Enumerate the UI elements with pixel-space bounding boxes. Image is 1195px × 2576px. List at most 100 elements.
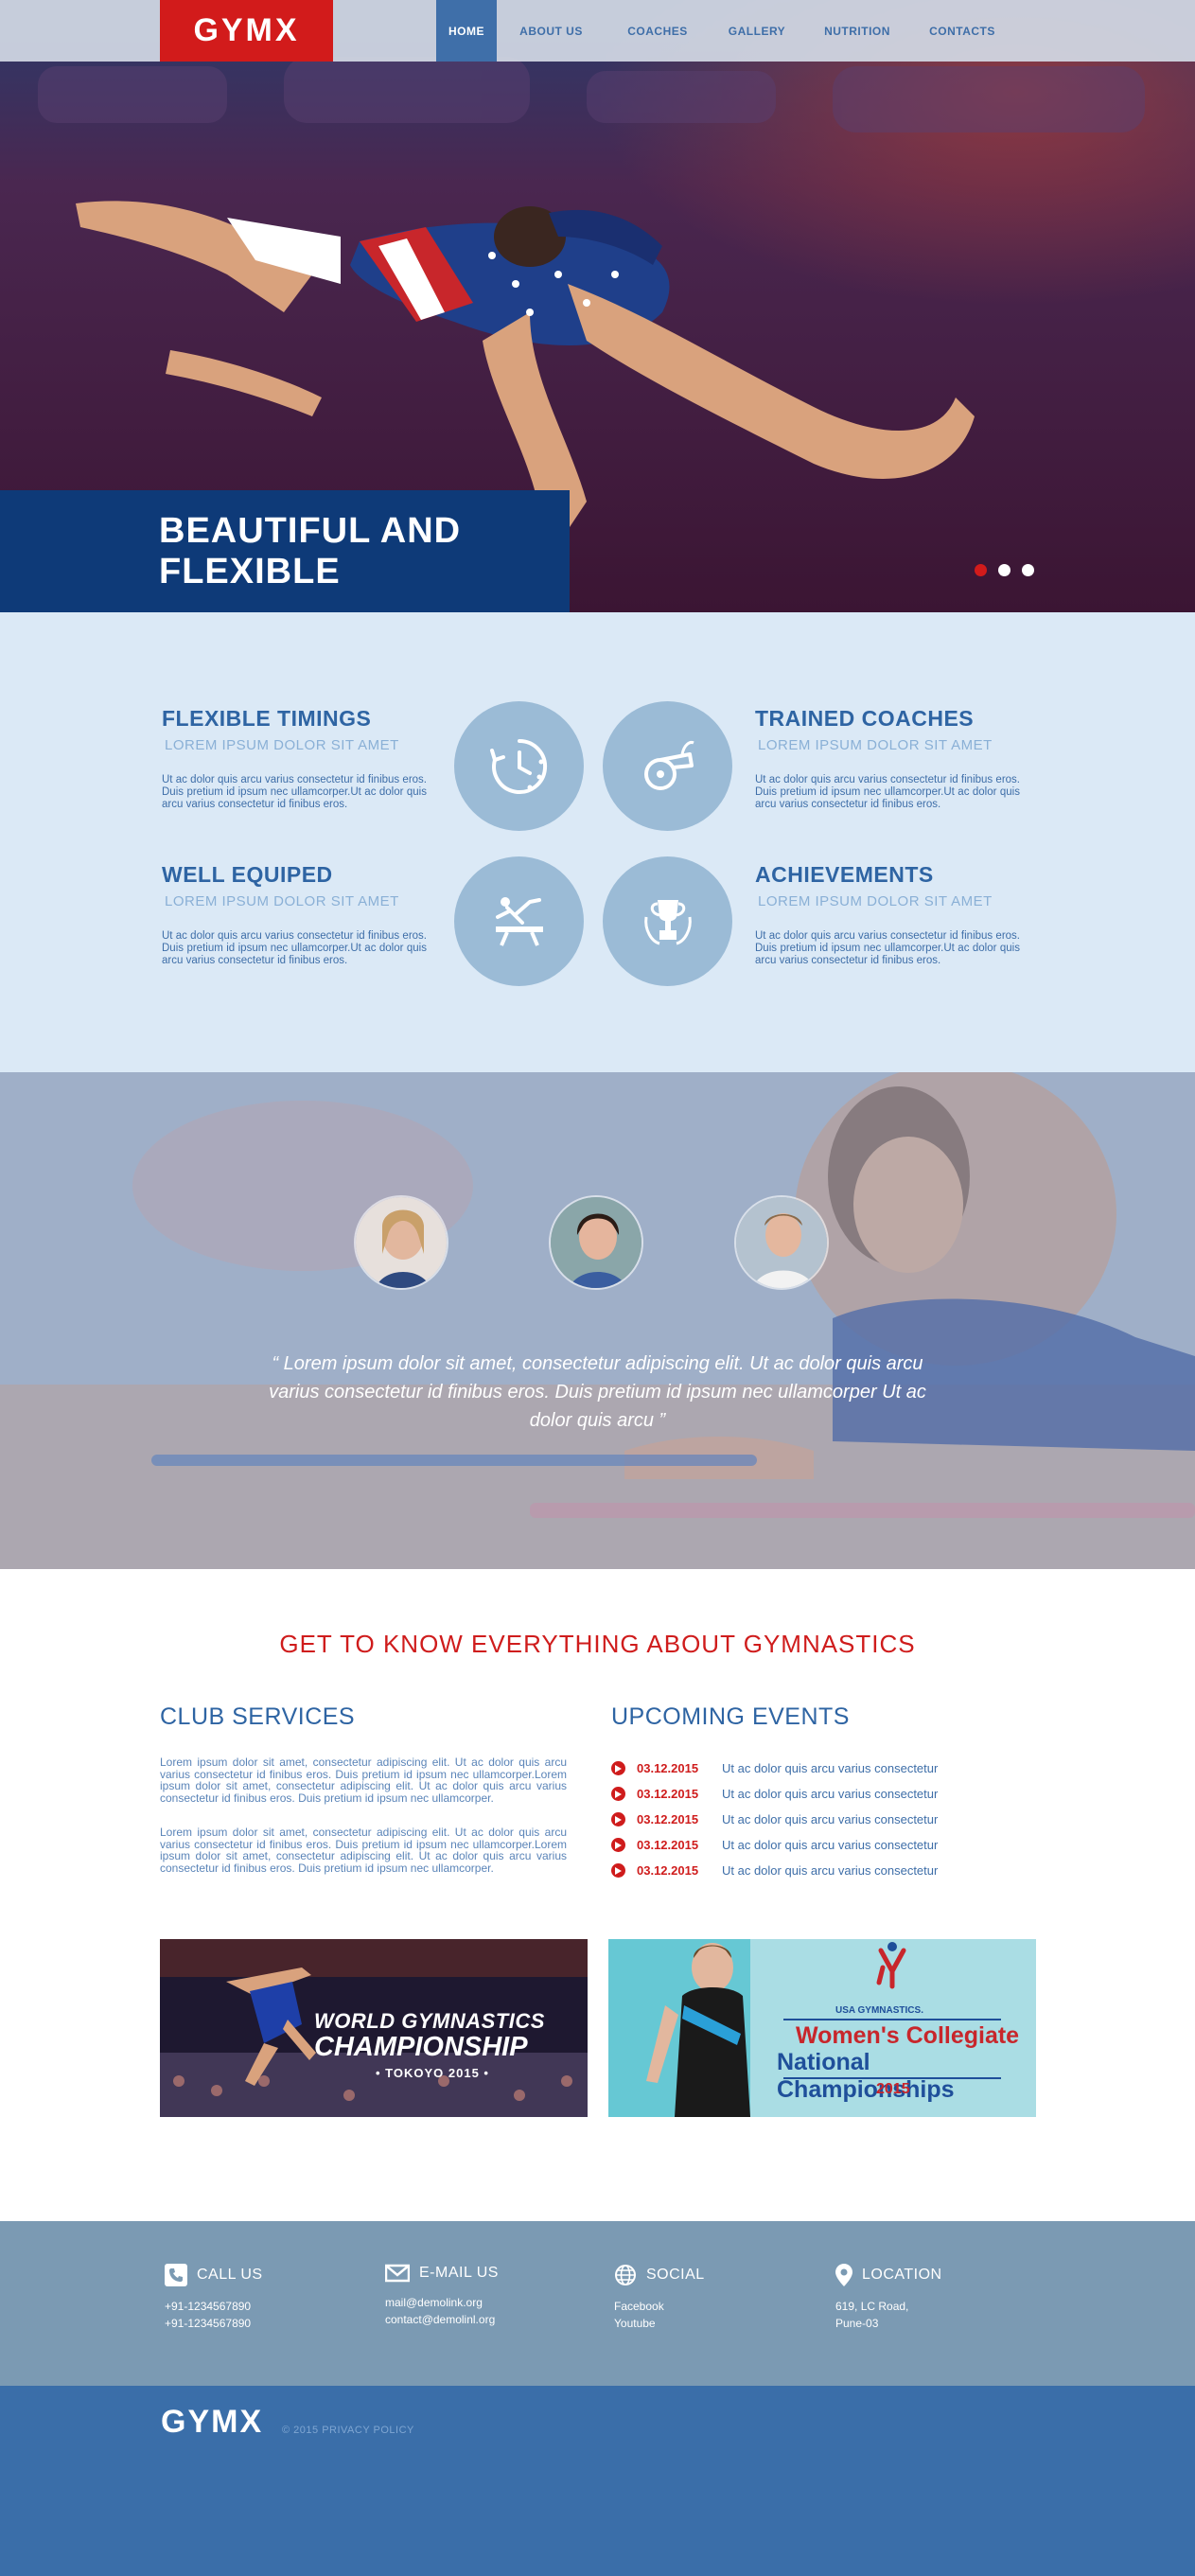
testimonial-quote: “ Lorem ipsum dolor sit amet, consectetu… xyxy=(246,1350,949,1435)
coach-avatar-2[interactable] xyxy=(549,1195,643,1290)
map-pin-icon xyxy=(835,2264,852,2286)
feature-achievements: ACHIEVEMENTS LOREM IPSUM DOLOR SIT AMET … xyxy=(755,862,1020,967)
play-bullet-icon xyxy=(611,1812,625,1826)
footer-social-youtube[interactable]: Youtube xyxy=(614,2317,705,2330)
play-bullet-icon xyxy=(611,1761,625,1775)
site-logo[interactable]: GYMX xyxy=(160,0,333,62)
slider-dot-1[interactable] xyxy=(975,564,987,576)
feature-subtitle: LOREM IPSUM DOLOR SIT AMET xyxy=(758,893,993,909)
banner-left-line3: • TOKOYO 2015 • xyxy=(376,2066,489,2080)
footer-email-2[interactable]: contact@demolinl.org xyxy=(385,2313,499,2326)
feature-title: ACHIEVEMENTS xyxy=(755,862,934,887)
hero-slider: BEAUTIFUL AND FLEXIBLE xyxy=(0,0,1195,612)
slider-dot-3[interactable] xyxy=(1022,564,1034,576)
footer-col-social: SOCIAL Facebook Youtube xyxy=(614,2264,705,2330)
banner-left-line1: WORLD GYMNASTICS xyxy=(314,2009,545,2033)
footer-phone-1[interactable]: +91-1234567890 xyxy=(165,2300,263,2313)
quote-line-3: dolor quis arcu ” xyxy=(529,1410,666,1431)
trophy-icon xyxy=(603,856,732,986)
quote-line-2: varius consectetur id finibus eros. Duis… xyxy=(269,1382,926,1403)
site-header: GYMX HOME ABOUT US COACHES GALLERY NUTRI… xyxy=(0,0,1195,62)
club-services-paragraph-2: Lorem ipsum dolor sit amet, consectetur … xyxy=(160,1826,567,1875)
event-item[interactable]: 03.12.2015 Ut ac dolor quis arcu varius … xyxy=(611,1832,1009,1858)
hero-caption: BEAUTIFUL AND FLEXIBLE xyxy=(0,490,570,612)
testimonial-section: “ Lorem ipsum dolor sit amet, consectetu… xyxy=(0,1072,1195,1569)
whistle-icon xyxy=(603,701,732,831)
feature-text: Ut ac dolor quis arcu varius consectetur… xyxy=(162,930,427,966)
footer-col-title: E-MAIL US xyxy=(419,2265,499,2281)
upcoming-events-title: UPCOMING EVENTS xyxy=(611,1703,850,1730)
footer-email-1[interactable]: mail@demolink.org xyxy=(385,2296,499,2309)
footer-col-location: LOCATION 619, LC Road, Pune-03 xyxy=(835,2264,942,2330)
footer-copyright-privacy-link[interactable]: © 2015 PRIVACY POLICY xyxy=(282,2425,414,2436)
play-bullet-icon xyxy=(611,1787,625,1801)
events-list: 03.12.2015 Ut ac dolor quis arcu varius … xyxy=(611,1756,1009,1883)
feature-subtitle: LOREM IPSUM DOLOR SIT AMET xyxy=(165,893,399,909)
clock-icon xyxy=(454,701,584,831)
event-text: Ut ac dolor quis arcu varius consectetur xyxy=(722,1863,939,1878)
feature-title: TRAINED COACHES xyxy=(755,706,975,731)
event-item[interactable]: 03.12.2015 Ut ac dolor quis arcu varius … xyxy=(611,1858,1009,1883)
footer-col-email-us: E-MAIL US mail@demolink.org contact@demo… xyxy=(385,2264,499,2326)
feature-flexible-timings: FLEXIBLE TIMINGS LOREM IPSUM DOLOR SIT A… xyxy=(162,706,427,811)
banner-right-year: 2015 xyxy=(876,2081,910,2097)
banner-right-line1: Women's Collegiate xyxy=(796,2022,1020,2049)
play-bullet-icon xyxy=(611,1838,625,1852)
world-championship-banner[interactable]: WORLD GYMNASTICS CHAMPIONSHIP • TOKOYO 2… xyxy=(160,1939,588,2117)
gymnast-beam-icon xyxy=(454,856,584,986)
nav-coaches[interactable]: COACHES xyxy=(606,0,710,62)
envelope-icon xyxy=(385,2264,410,2283)
footer-social-facebook[interactable]: Facebook xyxy=(614,2300,705,2313)
feature-title: FLEXIBLE TIMINGS xyxy=(162,706,372,731)
club-services-paragraph-1: Lorem ipsum dolor sit amet, consectetur … xyxy=(160,1756,567,1805)
nav-nutrition[interactable]: NUTRITION xyxy=(804,0,910,62)
footer-address-line-1: 619, LC Road, xyxy=(835,2300,909,2313)
event-item[interactable]: 03.12.2015 Ut ac dolor quis arcu varius … xyxy=(611,1807,1009,1832)
event-date: 03.12.2015 xyxy=(637,1838,699,1852)
quote-line-1: “ Lorem ipsum dolor sit amet, consectetu… xyxy=(272,1353,923,1374)
play-bullet-icon xyxy=(611,1863,625,1878)
event-item[interactable]: 03.12.2015 Ut ac dolor quis arcu varius … xyxy=(611,1781,1009,1807)
feature-text: Ut ac dolor quis arcu varius consectetur… xyxy=(162,774,427,810)
footer-col-call-us: CALL US +91-1234567890 +91-1234567890 xyxy=(165,2264,263,2330)
event-date: 03.12.2015 xyxy=(637,1812,699,1826)
slider-dot-2[interactable] xyxy=(998,564,1010,576)
event-text: Ut ac dolor quis arcu varius consectetur xyxy=(722,1761,939,1775)
event-date: 03.12.2015 xyxy=(637,1787,699,1801)
phone-icon xyxy=(165,2264,187,2286)
hero-caption-line2: FLEXIBLE xyxy=(159,552,341,591)
event-text: Ut ac dolor quis arcu varius consectetur xyxy=(722,1812,939,1826)
banner-left-line2: CHAMPIONSHIP xyxy=(314,2032,528,2062)
nav-contacts[interactable]: CONTACTS xyxy=(910,0,1014,62)
feature-title: WELL EQUIPED xyxy=(162,862,333,887)
footer-col-title: SOCIAL xyxy=(646,2267,705,2283)
event-item[interactable]: 03.12.2015 Ut ac dolor quis arcu varius … xyxy=(611,1756,1009,1781)
footer-col-title: CALL US xyxy=(197,2267,263,2283)
event-text: Ut ac dolor quis arcu varius consectetur xyxy=(722,1787,939,1801)
footer-phone-2[interactable]: +91-1234567890 xyxy=(165,2317,263,2330)
nav-about-us[interactable]: ABOUT US xyxy=(497,0,606,62)
workout-background-image xyxy=(0,1072,1195,1569)
feature-text: Ut ac dolor quis arcu varius consectetur… xyxy=(755,774,1020,810)
feature-text: Ut ac dolor quis arcu varius consectetur… xyxy=(755,930,1020,966)
main-nav: HOME ABOUT US COACHES GALLERY NUTRITION … xyxy=(436,0,1014,62)
footer-address-line-2: Pune-03 xyxy=(835,2317,879,2330)
coach-avatar-3[interactable] xyxy=(734,1195,829,1290)
banner-right-org: USA GYMNASTICS. xyxy=(835,2005,923,2016)
coach-avatar-1[interactable] xyxy=(354,1195,448,1290)
feature-well-equiped: WELL EQUIPED LOREM IPSUM DOLOR SIT AMET … xyxy=(162,862,427,967)
footer-logo[interactable]: GYMX xyxy=(161,2404,263,2441)
feature-trained-coaches: TRAINED COACHES LOREM IPSUM DOLOR SIT AM… xyxy=(755,706,1020,811)
about-section-title: GET TO KNOW EVERYTHING ABOUT GYMNASTICS xyxy=(279,1630,916,1658)
nav-gallery[interactable]: GALLERY xyxy=(710,0,804,62)
slider-dots xyxy=(975,564,1034,576)
feature-subtitle: LOREM IPSUM DOLOR SIT AMET xyxy=(165,737,399,753)
footer-col-title: LOCATION xyxy=(862,2267,942,2283)
event-date: 03.12.2015 xyxy=(637,1863,699,1878)
nav-home[interactable]: HOME xyxy=(436,0,497,62)
event-text: Ut ac dolor quis arcu varius consectetur xyxy=(722,1838,939,1852)
globe-icon xyxy=(615,2265,636,2285)
collegiate-championship-banner[interactable]: USA GYMNASTICS. Women's Collegiate Natio… xyxy=(608,1939,1036,2117)
club-services-title: CLUB SERVICES xyxy=(160,1703,356,1730)
features-section: FLEXIBLE TIMINGS LOREM IPSUM DOLOR SIT A… xyxy=(0,612,1195,1072)
